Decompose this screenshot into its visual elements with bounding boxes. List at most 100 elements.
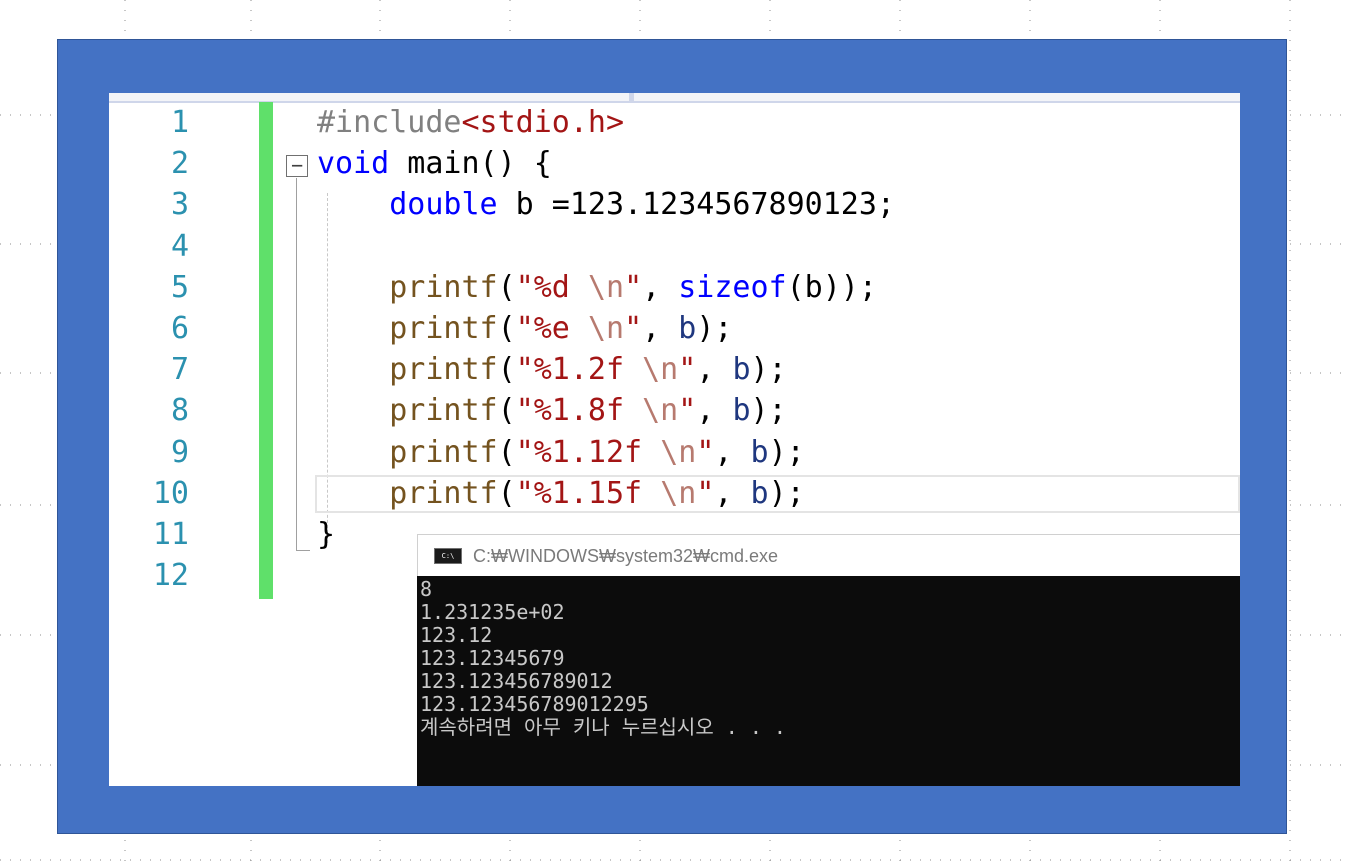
code-token: void (317, 146, 390, 182)
code-token: printf (389, 311, 498, 346)
code-token: ); (750, 352, 787, 388)
code-text: printf("%1.2f \n", b); (317, 349, 787, 390)
console-line: 계속하려면 아무 키나 누르십시오 . . . (420, 715, 786, 739)
code-token: "%1.2f (515, 352, 643, 388)
console-line: 123.123456789012295 (420, 692, 649, 716)
code-token: , (642, 269, 679, 305)
code-token: , (642, 311, 679, 346)
code-token: ( (497, 269, 516, 305)
code-token: b (732, 352, 751, 388)
code-text: printf("%1.12f \n", b); (317, 432, 805, 473)
code-line[interactable]: 9 printf("%1.12f \n", b); (109, 432, 1240, 473)
code-token: " (696, 475, 715, 511)
code-token: main() { (389, 146, 552, 182)
code-token: printf (389, 475, 498, 511)
code-token: b (750, 475, 769, 511)
code-text: #include<stdio.h> (317, 102, 624, 143)
line-number: 6 (170, 311, 189, 346)
line-number: 11 (152, 517, 189, 552)
console-line: 123.12 (420, 623, 493, 647)
code-token: <stdio.h> (461, 105, 625, 140)
code-token: b =123.1234567890123; (497, 187, 895, 223)
code-token: (b)); (786, 269, 877, 305)
code-token: \n (587, 269, 625, 305)
line-number: 9 (170, 434, 189, 470)
code-token: " (696, 434, 715, 470)
code-token: \n (660, 475, 697, 511)
code-token: "%e (515, 311, 588, 346)
code-token: "%1.12f (515, 434, 661, 470)
code-text: printf("%1.15f \n", b); (317, 473, 804, 514)
code-token: \n (642, 393, 679, 429)
code-token: printf (389, 352, 498, 388)
line-number: 4 (170, 228, 189, 264)
code-line[interactable]: 4 (109, 226, 1240, 267)
code-line[interactable]: 1 #include<stdio.h> (109, 102, 1240, 143)
code-text: double b =123.1234567890123; (317, 184, 895, 225)
cmd-icon: C:\ (434, 548, 462, 564)
code-token: \n (642, 352, 679, 388)
code-token: " (678, 393, 697, 429)
code-token: " (624, 269, 643, 305)
code-token: ( (497, 393, 516, 429)
line-number: 10 (152, 475, 189, 511)
line-number: 5 (170, 269, 189, 305)
code-token: b (750, 434, 769, 470)
code-token: ); (696, 311, 733, 346)
console-line: 123.12345679 (420, 646, 565, 670)
code-editor[interactable]: − 1 #include<stdio.h> 2 void main() {3 doub… (109, 93, 1240, 786)
code-line[interactable]: 7 printf("%1.2f \n", b); (109, 349, 1240, 390)
code-token: double (389, 187, 498, 223)
line-number: 3 (170, 187, 189, 223)
code-text: } (317, 514, 335, 555)
console-line: 8 (420, 577, 433, 601)
code-token: sizeof (678, 269, 787, 305)
code-token: } (317, 517, 336, 552)
code-line[interactable]: 2 void main() { (109, 143, 1240, 184)
tab-divider (629, 93, 634, 101)
code-text: printf("%1.8f \n", b); (317, 390, 787, 431)
code-token: , (714, 475, 751, 511)
code-token: , (696, 393, 733, 429)
code-text: printf("%e \n", b); (317, 308, 732, 349)
code-token: ); (750, 393, 787, 429)
code-line[interactable]: 6 printf("%e \n", b); (109, 308, 1240, 349)
code-line[interactable]: 10 printf("%1.15f \n", b); (109, 473, 1240, 514)
code-token: ); (768, 434, 805, 470)
console-title: C:₩WINDOWS₩system32₩cmd.exe (473, 546, 779, 566)
console-window[interactable]: C:\ C:₩WINDOWS₩system32₩cmd.exe 8 1.23123… (417, 534, 1240, 786)
code-token: printf (389, 434, 498, 470)
code-token: #include (317, 105, 462, 140)
code-token: " (678, 352, 697, 388)
code-token: printf (389, 393, 498, 429)
console-line: 123.123456789012 (420, 669, 613, 693)
console-line: 1.231235e+02 (420, 600, 565, 624)
line-number: 8 (170, 393, 189, 429)
line-number: 12 (152, 558, 189, 594)
code-token: "%d (515, 269, 588, 305)
code-token: " (624, 311, 643, 346)
line-number: 1 (170, 105, 189, 140)
code-token: b (732, 393, 751, 429)
code-token: ( (497, 434, 516, 470)
code-token: ( (497, 311, 516, 346)
code-token: ( (497, 352, 516, 388)
console-title-bar[interactable]: C:\ C:₩WINDOWS₩system32₩cmd.exe (417, 534, 1240, 576)
code-token: , (696, 352, 733, 388)
code-line[interactable]: 3 double b =123.1234567890123; (109, 184, 1240, 225)
code-line[interactable]: 8 printf("%1.8f \n", b); (109, 390, 1240, 431)
code-token: ( (497, 475, 516, 511)
console-output: 8 1.231235e+02 123.12 123.12345679 123.12345… (420, 578, 1235, 739)
line-number: 2 (170, 146, 189, 182)
code-token: printf (389, 269, 498, 305)
code-token: "%1.15f (515, 475, 661, 511)
code-text: void main() { (317, 143, 552, 184)
code-line[interactable]: 5 printf("%d \n", sizeof(b)); (109, 267, 1240, 308)
code-token: b (678, 311, 697, 346)
